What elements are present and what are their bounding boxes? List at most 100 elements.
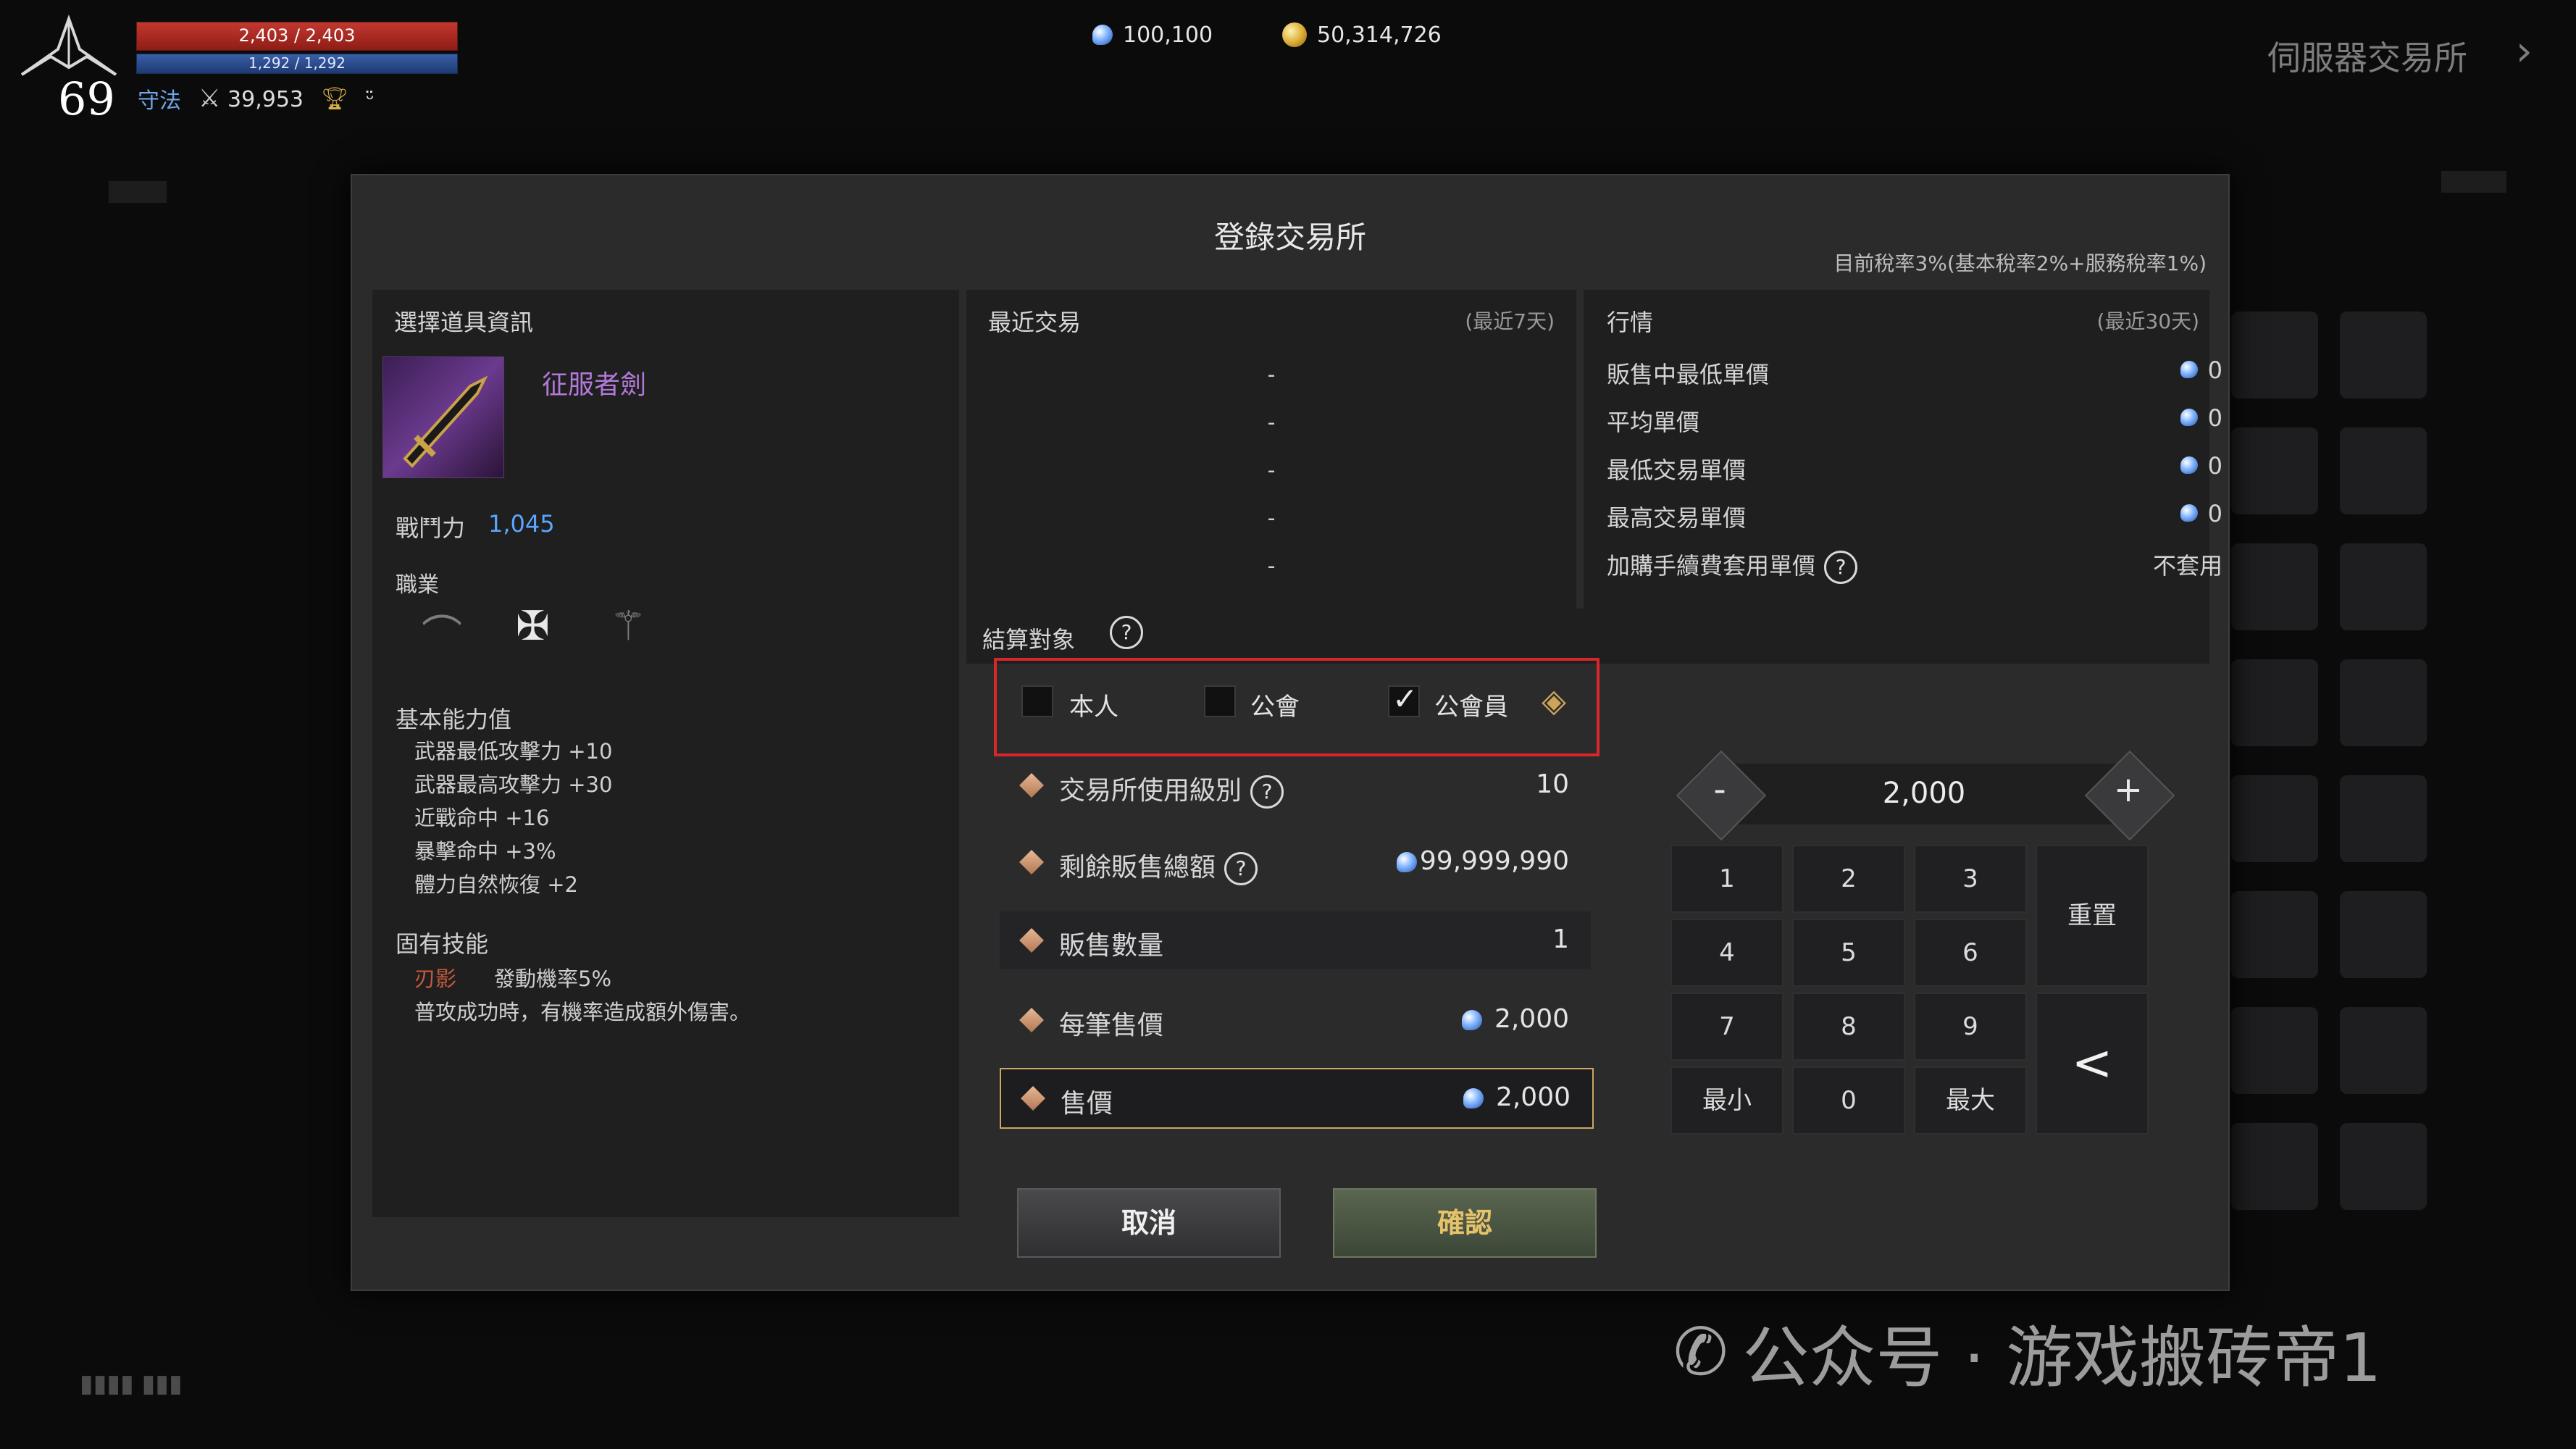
swords-icon: ⚔	[198, 84, 221, 113]
unit-price-value: 2,000	[1494, 1004, 1569, 1034]
market-row-label: 最低交易單價	[1607, 456, 1747, 484]
skill-chance: 發動機率5%	[494, 966, 612, 991]
remaining-total-value: 99,999,990	[1419, 846, 1569, 876]
base-stat: 武器最低攻擊力 +10	[414, 739, 613, 764]
help-icon[interactable]: ?	[1224, 852, 1258, 885]
background-fragment: ▮▮▮▮ ▮▮▮	[80, 1369, 183, 1398]
trade-row: -	[1267, 410, 1276, 435]
sale-price-label: 售價	[1061, 1089, 1113, 1119]
numpad-key-9[interactable]: 9	[1914, 993, 2027, 1061]
wechat-icon: ✆	[1673, 1314, 1728, 1390]
emote-icon[interactable]: ᵕ̈	[366, 87, 375, 111]
hud-stats: 守法 ⚔ 39,953 🏆︎ ᵕ̈	[138, 84, 375, 114]
numpad-key-0[interactable]: 0	[1792, 1066, 1905, 1135]
diamond-bullet-icon	[1019, 928, 1044, 953]
inventory-background	[2231, 297, 2441, 1384]
confirm-button[interactable]: 確認	[1333, 1188, 1597, 1258]
numpad-key-6[interactable]: 6	[1914, 919, 2027, 987]
mp-text: 1,292 / 1,292	[248, 54, 346, 72]
base-stat: 體力自然恢復 +2	[414, 872, 578, 897]
numpad-key-1[interactable]: 1	[1670, 845, 1783, 913]
watermark: ✆ 公众号 · 游戏搬砖帝1	[1673, 1304, 2382, 1400]
numpad-key-2[interactable]: 2	[1792, 845, 1905, 913]
checkbox-self-label: 本人	[1069, 693, 1118, 722]
base-stat: 近戰命中 +16	[414, 806, 550, 830]
market-header: 行情	[1607, 309, 1654, 336]
diamond-bullet-icon	[1019, 850, 1044, 874]
help-icon[interactable]: ?	[1250, 775, 1284, 809]
mp-bar: 1,292 / 1,292	[136, 54, 458, 74]
skill-description: 普攻成功時，有機率造成額外傷害。	[414, 1000, 751, 1024]
chevron-right-icon[interactable]: ›	[2516, 26, 2533, 75]
sale-quantity-value: 1	[1552, 924, 1569, 954]
numpad-key-3[interactable]: 3	[1914, 845, 2027, 913]
gold-coin-icon	[1282, 22, 1307, 47]
hp-bar: 2,403 / 2,403	[136, 22, 458, 51]
skill-label: 固有技能	[396, 930, 489, 958]
tax-rate-note: 目前稅率3%(基本稅率2%+服務稅率1%)	[1833, 251, 2207, 275]
checkbox-self[interactable]	[1021, 685, 1053, 717]
help-icon[interactable]: ?	[1824, 551, 1858, 584]
checkbox-guild[interactable]	[1204, 685, 1236, 717]
watermark-text: 公众号 · 游戏搬砖帝1	[1742, 1319, 2382, 1397]
market-row: 最高交易單價 0	[1607, 496, 2222, 532]
trade-row: -	[1267, 506, 1276, 531]
character-level: 69	[58, 72, 115, 125]
checkbox-guild-member[interactable]	[1388, 681, 1420, 717]
market-row: 販售中最低單價 0	[1607, 352, 2222, 388]
skill-name: 刃影	[414, 966, 457, 991]
market-row-value: 0	[2207, 452, 2222, 480]
cancel-button[interactable]: 取消	[1017, 1188, 1281, 1258]
server-exchange-title[interactable]: 伺服器交易所	[2267, 32, 2467, 80]
sale-price-row[interactable]: 售價 2,000	[1000, 1068, 1594, 1129]
help-icon[interactable]: ?	[1110, 616, 1143, 649]
background-fragment	[109, 181, 167, 203]
checkbox-guild-label: 公會	[1250, 693, 1300, 722]
unit-price-row[interactable]: 每筆售價 2,000	[1000, 991, 1591, 1049]
backspace-button[interactable]: <	[2036, 993, 2149, 1135]
numpad-key-7[interactable]: 7	[1670, 993, 1783, 1061]
checkbox-guild-member-label: 公會員	[1434, 693, 1508, 722]
guild-emblem-icon: ◈	[1542, 682, 1566, 719]
sale-quantity-row[interactable]: 販售數量 1	[1000, 911, 1591, 969]
bow-icon: ⌒	[422, 612, 462, 659]
numpad-key-8[interactable]: 8	[1792, 993, 1905, 1061]
gem-icon	[1463, 1088, 1484, 1108]
diamond-bullet-icon	[1019, 1008, 1044, 1032]
market-fee-row: 加購手續費套用單價? 不套用	[1607, 543, 2222, 584]
market-row-value: 0	[2207, 356, 2222, 384]
gold-currency: 50,314,726	[1282, 20, 1442, 49]
trade-row: -	[1267, 458, 1276, 483]
exchange-level-row: 交易所使用級別? 10	[1000, 756, 1591, 814]
sale-price-value: 2,000	[1495, 1082, 1571, 1112]
staff-icon: ⚚	[610, 603, 647, 650]
job-label: 職業	[396, 572, 439, 598]
market-row-label: 販售中最低單價	[1607, 361, 1770, 388]
register-exchange-dialog: 登錄交易所 目前稅率3%(基本稅率2%+服務稅率1%) 選擇道具資訊 征服者劍 …	[351, 174, 2230, 1291]
gem-amount: 100,100	[1123, 22, 1213, 48]
gem-icon	[2180, 456, 2198, 474]
numpad-reset-button[interactable]: 重置	[2036, 845, 2149, 987]
item-thumbnail[interactable]	[382, 356, 504, 478]
recent-trades-header: 最近交易	[988, 309, 1082, 336]
trophy-icon[interactable]: 🏆︎	[321, 86, 348, 112]
combat-power-value: 1,045	[488, 510, 555, 538]
numpad-min-button[interactable]: 最小	[1670, 1066, 1783, 1135]
base-stat: 武器最高攻擊力 +30	[414, 772, 613, 797]
numpad-key-5[interactable]: 5	[1792, 919, 1905, 987]
market-period: (最近30天)	[2096, 309, 2199, 333]
numpad-max-button[interactable]: 最大	[1914, 1066, 2027, 1135]
recent-trades-panel: 最近交易 (最近7天) - - - - -	[966, 290, 1576, 609]
combat-power: ⚔ 39,953	[198, 84, 304, 113]
gem-icon	[2180, 504, 2198, 522]
plus-icon: +	[2113, 769, 2144, 810]
market-row-value: 0	[2207, 404, 2222, 432]
recent-trades-period: (最近7天)	[1465, 309, 1555, 333]
market-row-value: 0	[2207, 500, 2222, 527]
fee-label: 加購手續費套用單價	[1607, 552, 1816, 580]
gem-icon	[2180, 409, 2198, 426]
numpad-key-4[interactable]: 4	[1670, 919, 1783, 987]
market-row-label: 最高交易單價	[1607, 504, 1747, 532]
settlement-bar: 結算對象 ?	[966, 609, 2209, 664]
class-name: 守法	[138, 88, 181, 114]
